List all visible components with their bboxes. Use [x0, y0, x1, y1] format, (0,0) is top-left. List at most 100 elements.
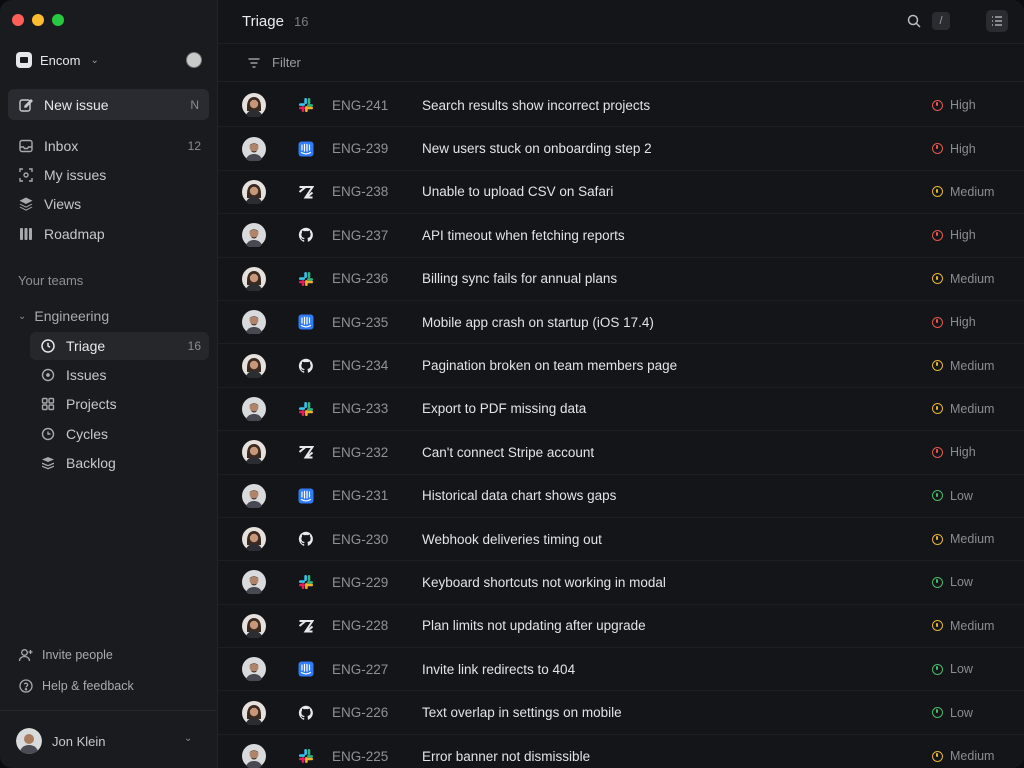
priority-badge[interactable]: Low [932, 706, 973, 720]
issue-title: Export to PDF missing data [422, 401, 587, 417]
filter-button[interactable]: Filter [218, 44, 1024, 82]
sidebar-item-issues[interactable]: Issues [30, 361, 209, 389]
sidebar-item-label: Projects [66, 396, 117, 412]
priority-badge[interactable]: Medium [932, 185, 994, 199]
priority-badge[interactable]: High [932, 142, 976, 156]
table-row[interactable]: ENG-237 API timeout when fetching reports… [218, 214, 1024, 258]
priority-badge[interactable]: Medium [932, 402, 994, 416]
priority-badge[interactable]: Low [932, 489, 973, 503]
priority-badge[interactable]: High [932, 98, 976, 112]
sidebar-item-backlog[interactable]: Backlog [30, 449, 209, 477]
table-row[interactable]: ENG-228 Plan limits not updating after up… [218, 605, 1024, 649]
priority-badge[interactable]: Low [932, 575, 973, 589]
new-issue-button[interactable]: New issue N [8, 89, 209, 120]
assignee-avatar [242, 570, 266, 596]
table-row[interactable]: ENG-225 Error banner not dismissible Mediu… [218, 735, 1024, 768]
table-row[interactable]: ENG-230 Webhook deliveries timing out Medi… [218, 518, 1024, 562]
minimize-window-button[interactable] [32, 14, 44, 26]
priority-badge[interactable]: Medium [932, 359, 994, 373]
priority-badge[interactable]: High [932, 228, 976, 242]
issue-id: ENG-238 [332, 184, 389, 200]
new-issue-label: New issue [44, 96, 109, 113]
priority-label: Medium [950, 184, 995, 199]
priority-icon [932, 576, 943, 588]
user-name: Jon Klein [52, 733, 106, 749]
zoom-window-button[interactable] [52, 14, 64, 26]
table-row[interactable]: ENG-235 Mobile app crash on startup (iOS … [218, 301, 1024, 345]
table-row[interactable]: ENG-232 Can't connect Stripe account High [218, 431, 1024, 475]
table-row[interactable]: ENG-231 Historical data chart shows gaps L… [218, 475, 1024, 518]
assignee-avatar [242, 179, 266, 206]
assignee-avatar [242, 266, 266, 292]
sidebar-item-triage[interactable]: Triage 16 [30, 332, 209, 360]
priority-badge[interactable]: Low [932, 662, 973, 676]
sidebar-item-cycles[interactable]: Cycles [30, 420, 209, 448]
assignee-avatar [242, 483, 266, 509]
sidebar-item-inbox[interactable]: Inbox 12 [8, 132, 209, 160]
intercom-icon [298, 141, 314, 157]
priority-badge[interactable]: Medium [932, 619, 994, 633]
priority-badge[interactable]: Medium [932, 532, 994, 546]
sidebar-item-my-issues[interactable]: My issues [8, 161, 209, 189]
intercom-icon [298, 661, 314, 677]
close-window-button[interactable] [12, 14, 24, 26]
issue-id: ENG-232 [332, 444, 389, 460]
team-engineering-toggle[interactable]: ⌄ Engineering [18, 308, 109, 324]
user-avatar [16, 728, 42, 754]
assignee-avatar [242, 93, 266, 119]
search-icon[interactable] [906, 13, 922, 29]
priority-label: Low [950, 662, 973, 677]
search-shortcut: / [932, 12, 950, 30]
inbox-count: 12 [187, 139, 201, 153]
issue-id: ENG-241 [332, 97, 389, 113]
slack-icon [298, 574, 314, 590]
assignee-avatar [242, 657, 266, 683]
table-row[interactable]: ENG-241 Search results show incorrect pro… [218, 84, 1024, 128]
user-menu[interactable]: Jon Klein [16, 728, 105, 754]
priority-badge[interactable]: Medium [932, 272, 994, 286]
priority-icon [932, 620, 943, 632]
priority-icon [932, 99, 943, 111]
priority-label: High [950, 141, 976, 156]
sidebar-item-projects[interactable]: Projects [30, 390, 209, 418]
main-content: Triage 16 / Filter ENG-241 Search results… [218, 0, 1024, 768]
priority-label: High [950, 315, 976, 330]
priority-badge[interactable]: Medium [932, 749, 994, 763]
workspace-switcher[interactable]: Encom ⌄ [16, 52, 99, 68]
issue-id: ENG-225 [332, 748, 389, 764]
priority-badge[interactable]: High [932, 315, 976, 329]
priority-icon [932, 273, 943, 285]
assignee-avatar [242, 310, 266, 336]
sidebar-item-label: Issues [66, 367, 107, 383]
issue-title: Keyboard shortcuts not working in modal [422, 574, 666, 590]
table-row[interactable]: ENG-226 Text overlap in settings on mobil… [218, 691, 1024, 735]
slack-icon [298, 401, 314, 417]
priority-icon [932, 143, 943, 155]
display-options-button[interactable] [986, 10, 1008, 32]
priority-badge[interactable]: High [932, 445, 976, 459]
table-row[interactable]: ENG-233 Export to PDF missing data Medium [218, 388, 1024, 432]
priority-icon [932, 707, 943, 719]
sidebar-item-label: Backlog [66, 455, 116, 471]
table-row[interactable]: ENG-227 Invite link redirects to 404 Low [218, 648, 1024, 692]
sidebar-item-roadmap[interactable]: Roadmap [8, 220, 209, 248]
issue-id: ENG-235 [332, 314, 389, 330]
sidebar-item-views[interactable]: Views [8, 190, 209, 218]
workspace-avatar[interactable] [186, 52, 202, 68]
sidebar-item-label: Roadmap [44, 226, 105, 242]
help-feedback-link[interactable]: Help & feedback [18, 678, 134, 694]
issue-title: API timeout when fetching reports [422, 227, 625, 243]
assignee-avatar [242, 353, 266, 379]
issue-title: Pagination broken on team members page [422, 358, 678, 374]
table-row[interactable]: ENG-229 Keyboard shortcuts not working in… [218, 561, 1024, 605]
table-row[interactable]: ENG-234 Pagination broken on team members… [218, 344, 1024, 388]
assignee-avatar [242, 744, 266, 768]
chevron-down-icon[interactable]: ⌄ [184, 733, 192, 744]
table-row[interactable]: ENG-238 Unable to upload CSV on Safari Med… [218, 171, 1024, 215]
chevron-down-icon: ⌄ [90, 54, 99, 66]
invite-people-link[interactable]: Invite people [18, 647, 113, 663]
table-row[interactable]: ENG-239 New users stuck on onboarding ste… [218, 127, 1024, 171]
table-row[interactable]: ENG-236 Billing sync fails for annual pla… [218, 258, 1024, 301]
invite-label: Invite people [42, 648, 113, 662]
zendesk-icon [298, 618, 314, 634]
